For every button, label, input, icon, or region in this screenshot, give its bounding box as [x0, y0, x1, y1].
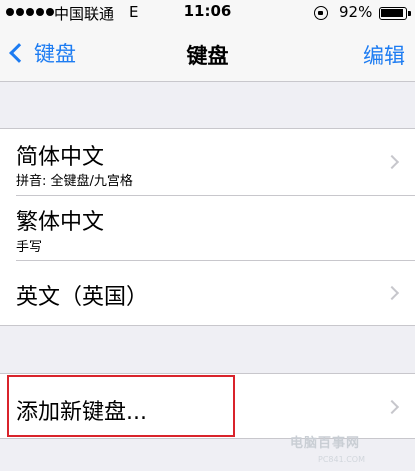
status-bar: 中国联通 E 11:06 92% — [0, 0, 415, 26]
chevron-right-icon — [384, 285, 400, 301]
keyboard-item-english-uk[interactable]: 英文（英国） — [0, 260, 415, 325]
keyboard-item-simplified-chinese[interactable]: 简体中文 拼音: 全键盘/九宫格 — [0, 129, 415, 195]
battery-percentage: 92% — [339, 3, 373, 21]
highlight-box — [7, 375, 235, 437]
keyboard-list: 简体中文 拼音: 全键盘/九宫格 繁体中文 手写 英文（英国） — [0, 128, 415, 326]
orientation-lock-icon — [314, 6, 328, 20]
edit-button[interactable]: 编辑 — [363, 40, 405, 70]
keyboard-item-traditional-chinese[interactable]: 繁体中文 手写 — [0, 195, 415, 260]
watermark: 电脑百事网 — [290, 436, 361, 451]
keyboard-title: 英文（英国） — [16, 285, 149, 310]
keyboard-subtitle: 手写 — [16, 240, 43, 255]
navigation-bar: 键盘 键盘 编辑 — [0, 26, 415, 82]
keyboard-subtitle: 拼音: 全键盘/九宫格 — [16, 174, 133, 189]
chevron-right-icon — [384, 399, 400, 415]
chevron-right-icon — [384, 154, 400, 170]
keyboard-title: 繁体中文 — [16, 210, 105, 235]
watermark-url: PC841.COM — [318, 455, 366, 464]
page-title: 键盘 — [186, 44, 229, 68]
keyboard-title: 简体中文 — [16, 145, 105, 170]
battery-icon — [379, 7, 411, 20]
